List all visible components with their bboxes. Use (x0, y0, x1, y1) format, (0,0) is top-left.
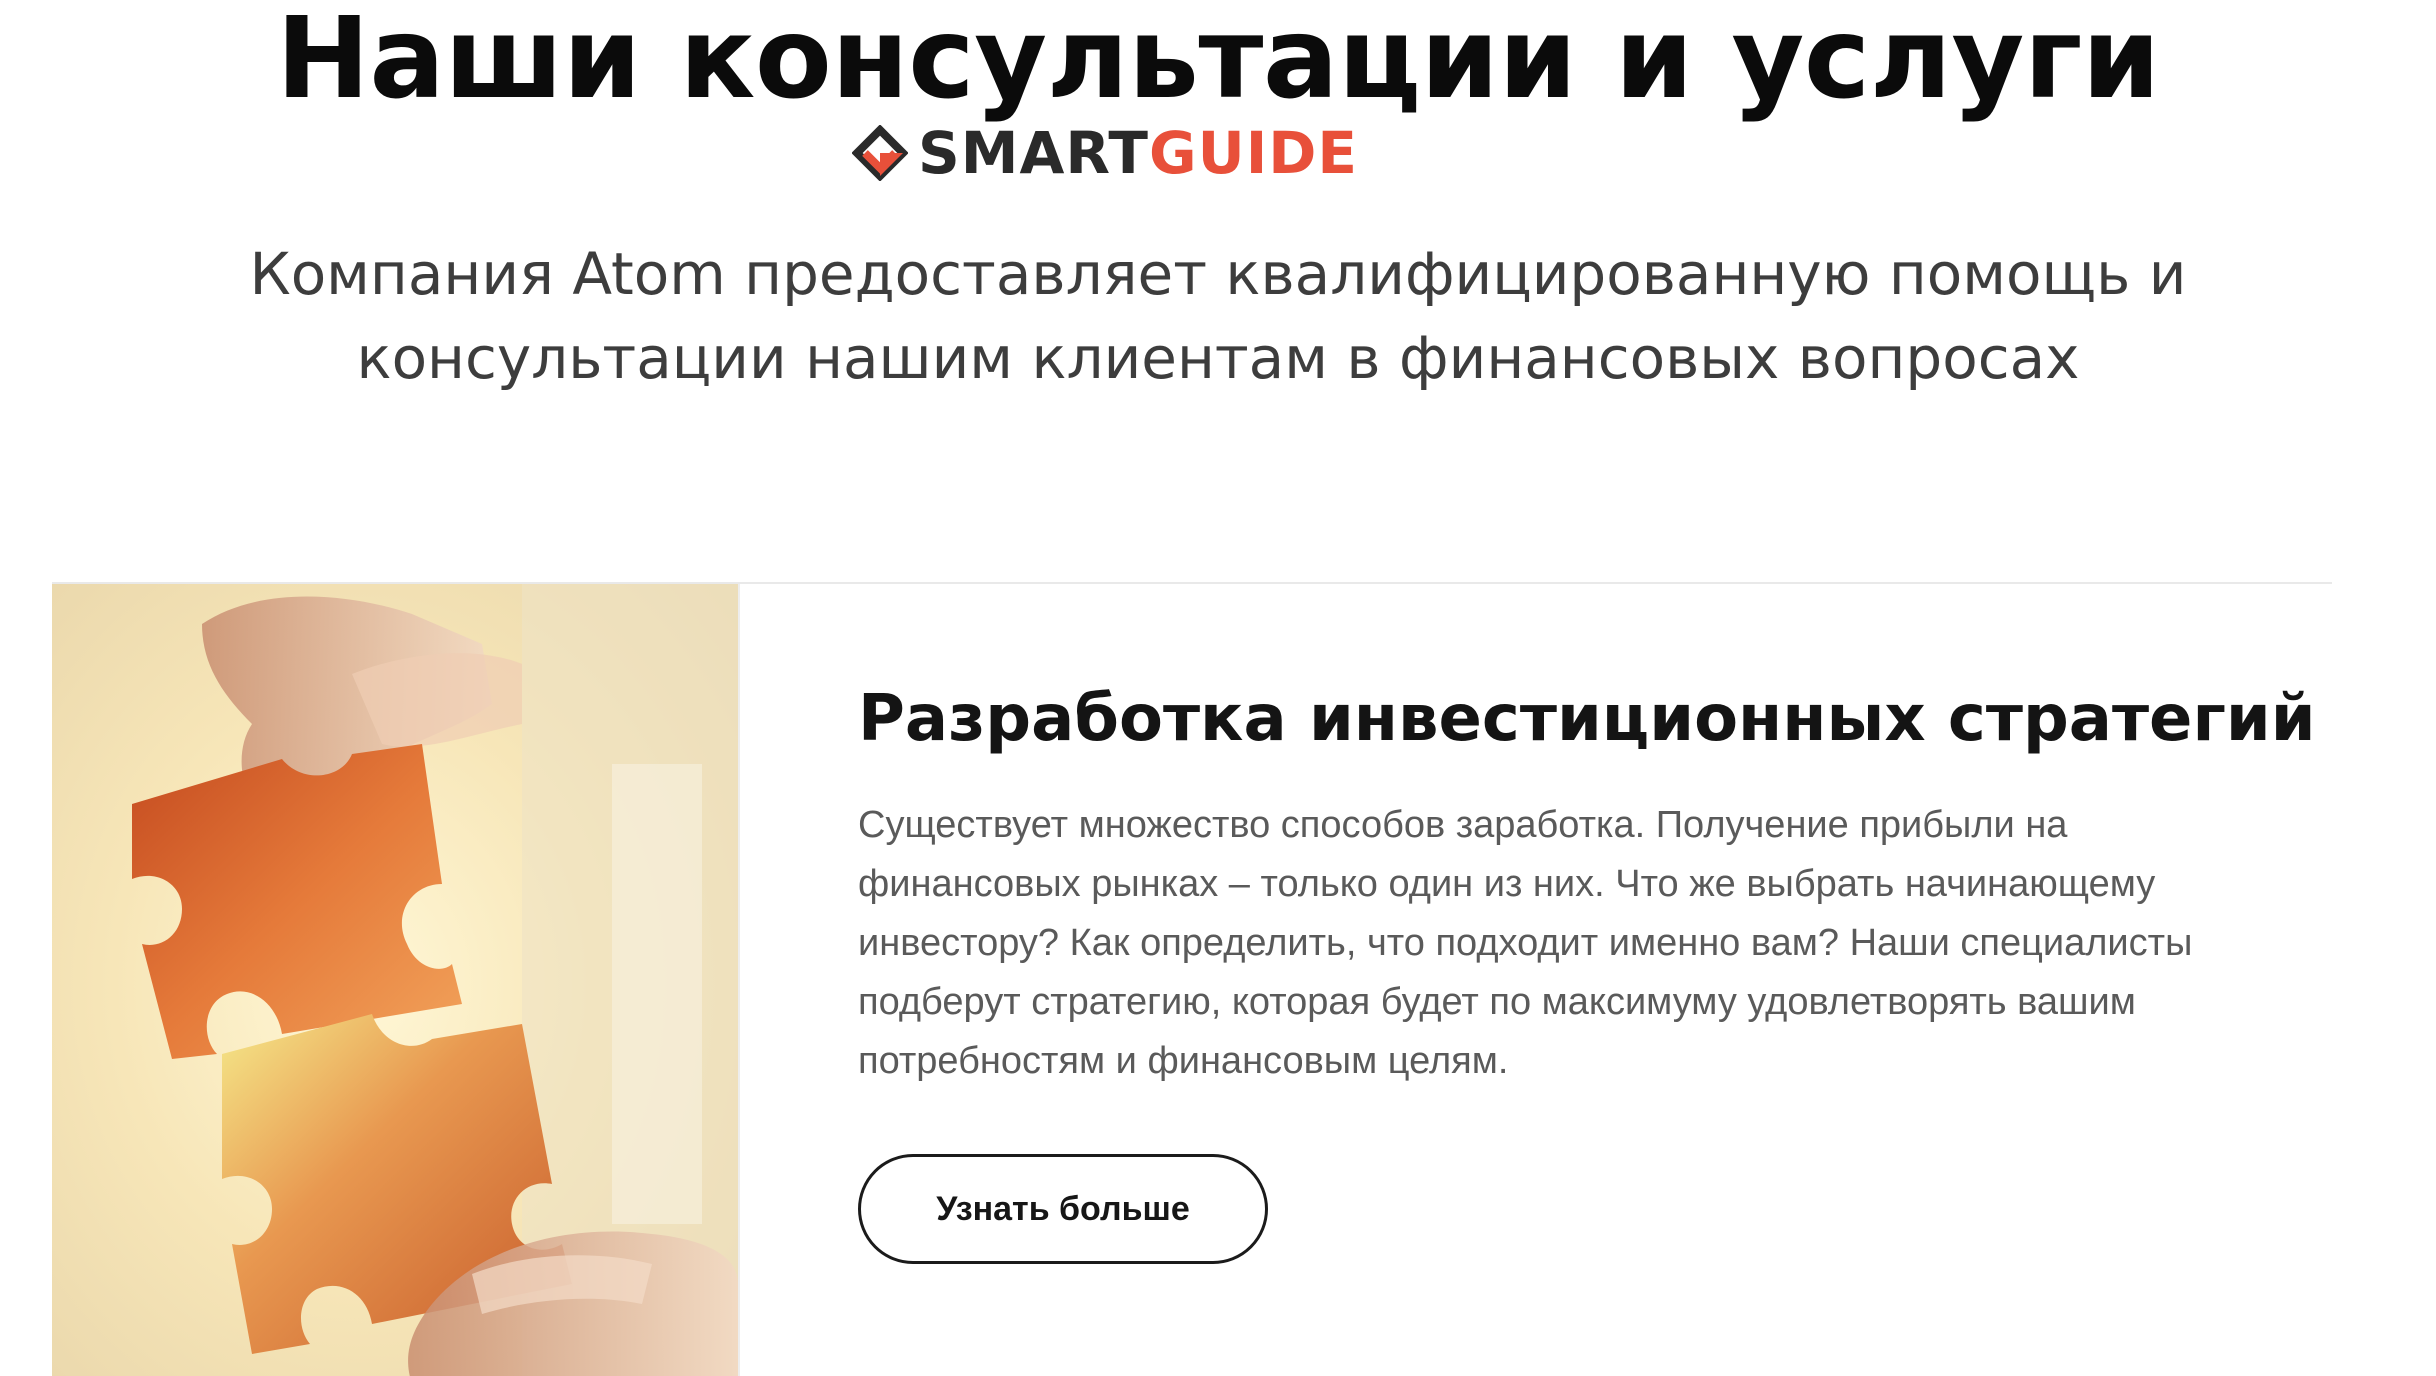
learn-more-button[interactable]: Узнать больше (858, 1154, 1268, 1264)
description-line: инвестору? Как определить, что подходит … (858, 922, 2193, 964)
intro-line: консультации нашим клиентам в финансовых… (356, 324, 2080, 392)
service-title: Разработка инвестиционных стратегий (858, 682, 2316, 756)
diamond-logo-icon (852, 125, 908, 181)
description-line: подберут стратегию, которая будет по мак… (858, 981, 2136, 1023)
description-line: финансовых рынках – только один из них. … (858, 863, 2156, 905)
page: Наши консультации и услуги SMARTGUIDE Ко… (0, 0, 2436, 1376)
smartguide-logo[interactable]: SMARTGUIDE (852, 124, 1358, 182)
card-divider (738, 584, 740, 1376)
page-title: Наши консультации и услуги (276, 0, 2160, 124)
brand-name: SMARTGUIDE (918, 124, 1358, 182)
puzzle-pieces-hands-image (52, 584, 738, 1376)
description-line: Существует множество способов заработка.… (858, 804, 2068, 846)
brand-smart: SMART (918, 119, 1149, 187)
service-description: Существует множество способов заработка.… (858, 796, 2278, 1091)
intro-line: Компания Atom предоставляет квалифициров… (249, 240, 2187, 308)
service-card-body: Разработка инвестиционных стратегий Суще… (858, 584, 2316, 1376)
brand-guide: GUIDE (1149, 119, 1359, 187)
description-line: потребностям и финансовым целям. (858, 1040, 1509, 1082)
service-card: Разработка инвестиционных стратегий Суще… (52, 582, 2332, 1376)
intro-text: Компания Atom предоставляет квалифициров… (0, 232, 2436, 400)
